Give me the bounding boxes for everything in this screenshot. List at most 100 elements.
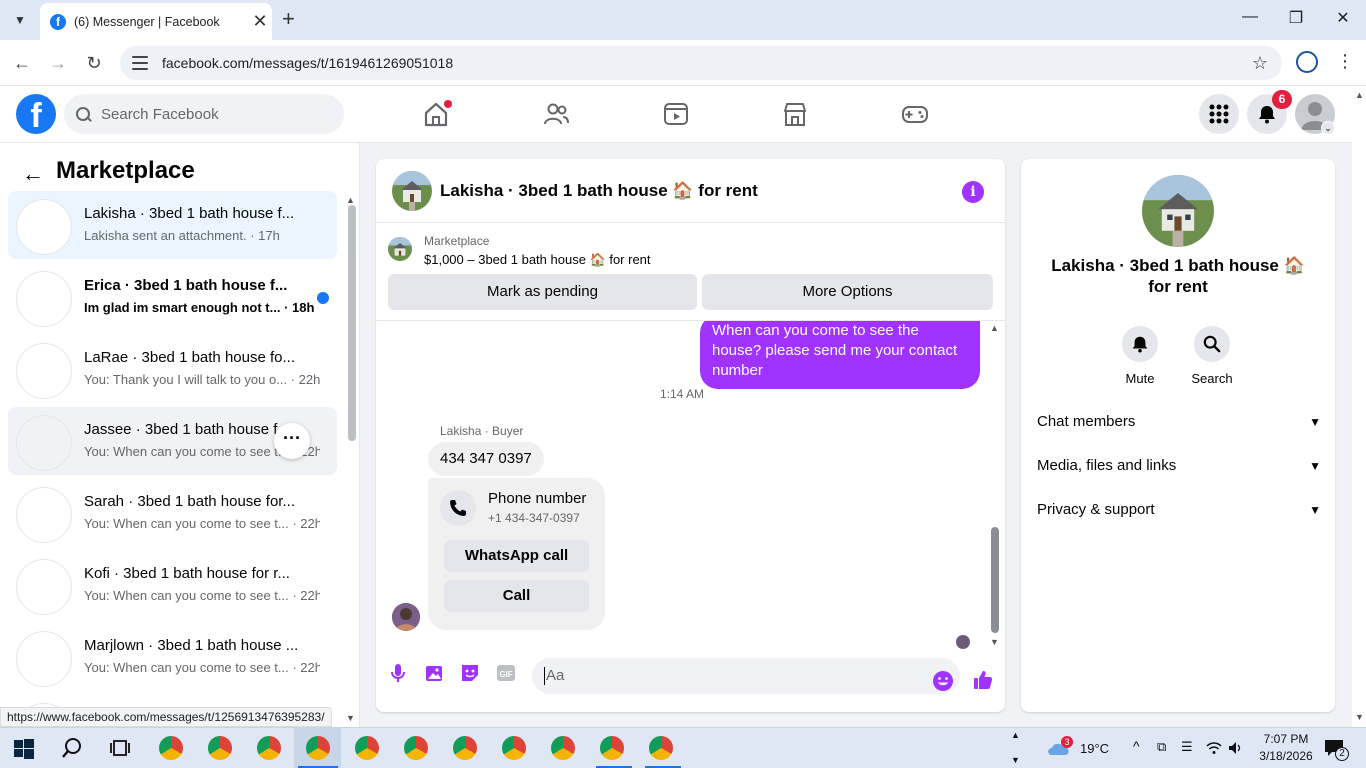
conversation-item[interactable]: Kofi · 3bed 1 bath house for r... You: W… <box>8 551 337 619</box>
chat-list-scrollbar[interactable] <box>348 205 356 441</box>
browser-menu-icon[interactable]: ⋮ <box>1336 52 1354 70</box>
meet-now-icon[interactable]: ⧉ <box>1157 739 1166 755</box>
site-settings-icon[interactable] <box>132 56 148 70</box>
whatsapp-call-button[interactable]: WhatsApp call <box>444 540 589 572</box>
conversation-item[interactable]: Sarah · 3bed 1 bath house for... You: Wh… <box>8 479 337 547</box>
chrome-taskbar-icon[interactable] <box>208 736 232 760</box>
address-bar[interactable]: facebook.com/messages/t/1619461269051018… <box>120 46 1282 80</box>
conversation-name: Sarah · 3bed 1 bath house for... <box>84 493 295 510</box>
account-chevron-down-icon[interactable]: ⌄ <box>1321 121 1335 135</box>
gif-icon[interactable]: GIF <box>495 662 517 684</box>
clock-time[interactable]: 7:07 PM <box>1256 732 1316 746</box>
tab-close-icon[interactable]: ✕ <box>248 11 272 32</box>
mute-button[interactable]: Mute <box>1110 326 1170 386</box>
back-arrow-icon[interactable]: ← <box>22 161 44 187</box>
received-message-bubble[interactable]: 434 347 0397 <box>428 442 544 476</box>
forward-arrow-icon[interactable]: → <box>46 51 70 75</box>
reload-icon[interactable]: ↻ <box>82 51 106 75</box>
browser-tab-active[interactable]: f (6) Messenger | Facebook ✕ <box>40 3 272 40</box>
tray-scroll-down-icon[interactable]: ▼ <box>1011 755 1020 765</box>
thread-scrollbar[interactable] <box>991 527 999 633</box>
friends-icon[interactable] <box>542 100 570 128</box>
media-files-links-section[interactable]: Media, files and links ▼ <box>1037 446 1321 486</box>
windows-taskbar: ▲ ▼ 3 19°C ^ ⧉ ☰ 7:07 PM 3/18/2026 2 <box>0 727 1366 768</box>
emoji-icon[interactable] <box>932 670 954 692</box>
chat-members-section[interactable]: Chat members ▼ <box>1037 402 1321 442</box>
conversation-name: Kofi · 3bed 1 bath house for r... <box>84 565 290 582</box>
chrome-taskbar-icon[interactable] <box>453 736 477 760</box>
chrome-taskbar-icon[interactable] <box>502 736 526 760</box>
scroll-down-arrow-icon[interactable]: ▼ <box>346 713 355 723</box>
windows-start-icon[interactable] <box>14 739 34 759</box>
scroll-down-arrow-icon[interactable]: ▼ <box>990 637 999 647</box>
volume-icon[interactable] <box>1228 741 1244 755</box>
scroll-down-arrow-icon[interactable]: ▼ <box>1355 712 1364 722</box>
conversation-item[interactable]: Lakisha · 3bed 1 bath house f... Lakisha… <box>8 191 337 259</box>
message-input[interactable]: Aa <box>532 658 960 694</box>
microphone-icon[interactable] <box>387 662 409 684</box>
message-thread: When can you come to see the house? plea… <box>376 320 1005 650</box>
browser-profile-icon[interactable] <box>1296 51 1318 73</box>
privacy-support-section[interactable]: Privacy & support ▼ <box>1037 490 1321 530</box>
new-tab-button[interactable]: + <box>282 8 295 30</box>
search-in-conversation-button[interactable]: Search <box>1182 326 1242 386</box>
marketplace-icon[interactable] <box>781 100 809 128</box>
photo-icon[interactable] <box>423 662 445 684</box>
tray-scroll-up-icon[interactable]: ▲ <box>1011 730 1020 740</box>
info-icon[interactable]: i <box>962 181 984 203</box>
tab-list-dropdown[interactable]: ▼ <box>7 8 33 32</box>
weather-temperature[interactable]: 19°C <box>1080 741 1109 756</box>
chat-title[interactable]: Lakisha · 3bed 1 bath house 🏠 for rent <box>440 181 758 201</box>
facebook-search-input[interactable]: Search Facebook <box>64 94 344 134</box>
listing-thumbnail-small[interactable] <box>388 237 412 261</box>
chrome-taskbar-icon[interactable] <box>600 736 624 760</box>
close-window-button[interactable]: ✕ <box>1328 8 1358 28</box>
chrome-taskbar-icon[interactable] <box>649 736 673 760</box>
chrome-taskbar-icon[interactable] <box>257 736 281 760</box>
sticker-icon[interactable] <box>459 662 481 684</box>
listing-summary[interactable]: $1,000 – 3bed 1 bath house 🏠 for rent <box>424 252 651 268</box>
chrome-taskbar-icon[interactable] <box>551 736 575 760</box>
show-hidden-icons-chevron-icon[interactable]: ^ <box>1133 738 1140 754</box>
more-options-button[interactable]: More Options <box>702 274 993 310</box>
conversation-item[interactable]: Marjlown · 3bed 1 bath house ... You: Wh… <box>8 623 337 691</box>
sent-message-bubble[interactable]: When can you come to see the house? plea… <box>700 321 980 389</box>
menu-grid-button[interactable] <box>1199 94 1239 134</box>
back-arrow-icon[interactable]: ← <box>10 51 34 75</box>
like-thumbs-up-icon[interactable] <box>972 669 994 691</box>
call-button[interactable]: Call <box>444 580 589 612</box>
chrome-taskbar-icon[interactable] <box>159 736 183 760</box>
page-scrollbar[interactable]: ▲ ▼ <box>1352 86 1366 727</box>
restore-window-button[interactable]: ❐ <box>1281 8 1311 28</box>
mark-as-pending-button[interactable]: Mark as pending <box>388 274 697 310</box>
scroll-up-arrow-icon[interactable]: ▲ <box>346 195 355 205</box>
listing-thumbnail[interactable] <box>392 171 432 211</box>
chrome-taskbar-icon[interactable] <box>404 736 428 760</box>
notification-count-badge: 6 <box>1272 90 1292 109</box>
task-view-icon[interactable] <box>110 738 130 758</box>
chevron-down-icon: ▼ <box>1309 459 1321 473</box>
minimize-window-button[interactable]: — <box>1235 8 1265 26</box>
wifi-icon[interactable] <box>1206 741 1222 755</box>
url-text[interactable]: facebook.com/messages/t/1619461269051018 <box>162 55 1252 71</box>
facebook-logo[interactable]: f <box>16 94 56 134</box>
listing-photo[interactable] <box>1142 175 1214 247</box>
conversation-more-options-button[interactable]: ··· <box>274 423 310 459</box>
conversation-item[interactable]: Erica · 3bed 1 bath house f... Im glad i… <box>8 263 337 331</box>
scroll-up-arrow-icon[interactable]: ▲ <box>1355 90 1364 100</box>
search-icon[interactable] <box>61 737 83 759</box>
search-label: Search <box>1191 371 1233 386</box>
video-icon[interactable] <box>662 100 690 128</box>
browser-tab-bar: ▼ f (6) Messenger | Facebook ✕ + — ❐ ✕ <box>0 0 1366 40</box>
scroll-up-arrow-icon[interactable]: ▲ <box>990 323 999 333</box>
sender-avatar[interactable] <box>392 603 420 631</box>
clock-date[interactable]: 3/18/2026 <box>1256 749 1316 763</box>
bookmark-star-icon[interactable]: ☆ <box>1252 53 1268 74</box>
conversation-item[interactable]: Jassee · 3bed 1 bath house f... You: Whe… <box>8 407 337 475</box>
chrome-taskbar-icon[interactable] <box>306 736 330 760</box>
gaming-icon[interactable] <box>901 100 929 128</box>
conversation-avatar <box>16 559 72 615</box>
conversation-item[interactable]: LaRae · 3bed 1 bath house fo... You: Tha… <box>8 335 337 403</box>
chrome-taskbar-icon[interactable] <box>355 736 379 760</box>
input-method-icon[interactable]: ☰ <box>1181 739 1193 755</box>
